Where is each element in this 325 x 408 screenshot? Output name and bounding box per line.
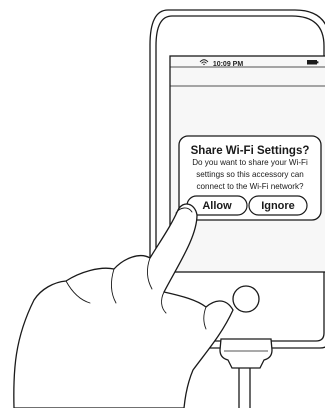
home-button[interactable] [232, 285, 260, 313]
status-time: 10:09 PM [212, 61, 244, 68]
allow-button-label[interactable]: Allow [187, 199, 247, 213]
alert-message-line: connect to the Wi-Fi network? [196, 182, 304, 192]
battery-icon [307, 60, 319, 65]
illustration: 10:09 PM Share Wi-Fi Settings? Do you wa… [0, 0, 325, 408]
ignore-button-label[interactable]: Ignore [249, 199, 307, 213]
alert-message: Do you want to share your Wi-Fi settings… [183, 157, 317, 194]
alert-title: Share Wi-Fi Settings? [190, 145, 310, 157]
dock-connector-plug [219, 338, 273, 369]
alert-message-line: settings so this accessory can [196, 170, 304, 180]
alert-message-line: Do you want to share your Wi-Fi [192, 158, 308, 167]
